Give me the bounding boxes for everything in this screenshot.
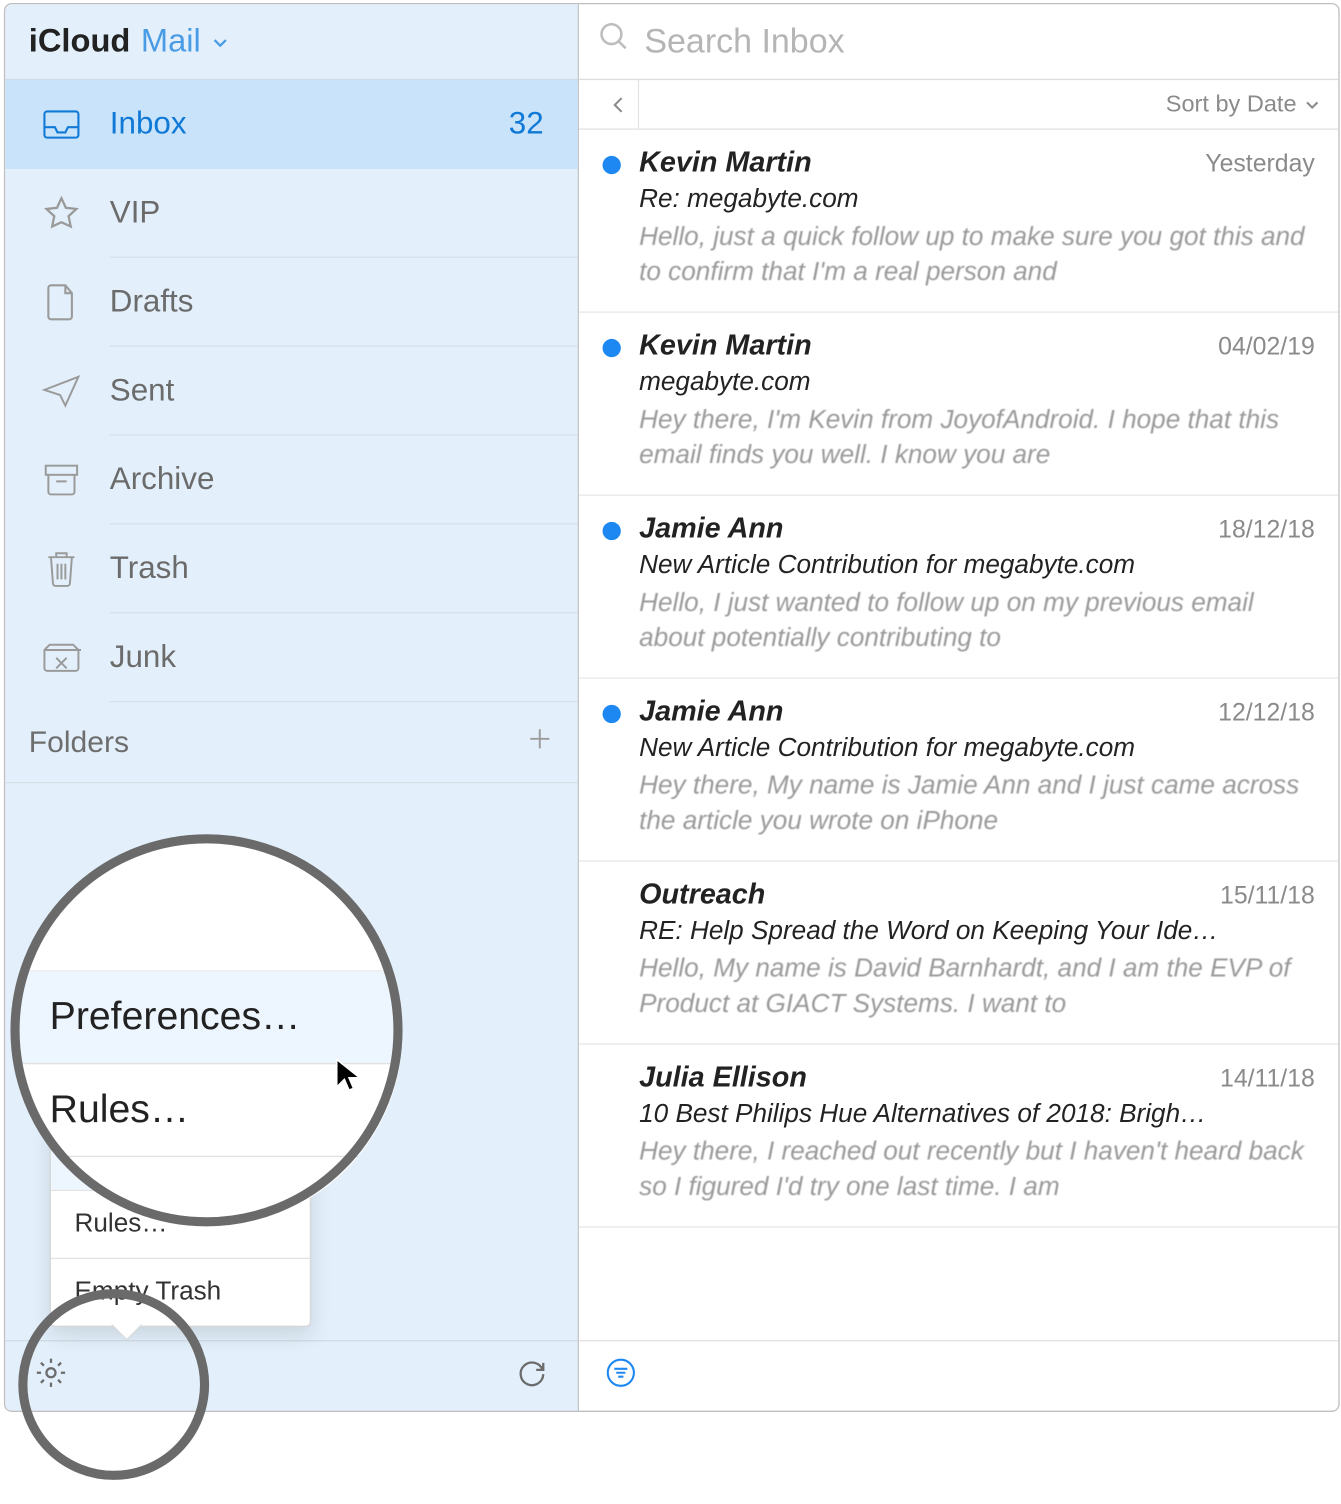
message-item[interactable]: Julia Ellison 14/11/18 10 Best Philips Hue…: [579, 1045, 1338, 1228]
sidebar-item-vip[interactable]: VIP: [5, 169, 577, 258]
message-subject: Re: megabyte.com: [639, 185, 1315, 215]
search-row[interactable]: [579, 4, 1338, 80]
unread-dot: [603, 339, 621, 357]
plus-icon[interactable]: [525, 724, 554, 761]
inbox-icon: [42, 105, 81, 144]
sidebar-item-trash[interactable]: Trash: [5, 524, 577, 613]
message-sender: Kevin Martin: [639, 328, 812, 362]
junk-icon: [42, 638, 81, 677]
sidebar-item-label: Inbox: [110, 106, 480, 143]
sidebar-item-sent[interactable]: Sent: [5, 347, 577, 436]
document-icon: [42, 283, 81, 322]
message-date: 15/11/18: [1220, 883, 1315, 912]
sidebar-item-inbox[interactable]: Inbox 32: [5, 80, 577, 169]
message-sender: Kevin Martin: [639, 145, 812, 179]
sidebar-item-archive[interactable]: Archive: [5, 436, 577, 525]
sidebar-item-label: Sent: [110, 373, 554, 410]
sidebar-item-label: Drafts: [110, 284, 554, 321]
refresh-icon[interactable]: [515, 1356, 549, 1397]
sidebar-footer: [5, 1340, 577, 1411]
search-input[interactable]: [644, 21, 1320, 62]
message-date: 14/11/18: [1220, 1066, 1315, 1095]
inbox-count: 32: [509, 106, 554, 143]
popup-empty-trash[interactable]: Empty Trash: [51, 1259, 310, 1326]
folders-row[interactable]: Folders: [5, 702, 577, 783]
message-preview: Hey there, My name is Jamie Ann and I ju…: [639, 769, 1315, 840]
folders-label: Folders: [29, 724, 129, 759]
message-item[interactable]: Kevin Martin Yesterday Re: megabyte.com Hel…: [579, 130, 1338, 313]
chevron-down-icon: [211, 23, 228, 61]
sidebar-item-label: Trash: [110, 551, 554, 588]
message-preview: Hey there, I'm Kevin from JoyofAndroid. …: [639, 403, 1315, 474]
message-preview: Hey there, I reached out recently but I …: [639, 1135, 1315, 1206]
message-date: Yesterday: [1205, 151, 1315, 180]
message-list[interactable]: Kevin Martin Yesterday Re: megabyte.com Hel…: [579, 130, 1338, 1340]
message-subject: New Article Contribution for megabyte.co…: [639, 551, 1315, 581]
sort-label: Sort by Date: [1166, 91, 1297, 118]
back-button[interactable]: [597, 80, 639, 128]
message-subject: megabyte.com: [639, 368, 1315, 398]
sidebar-item-label: Archive: [110, 462, 554, 499]
message-sender: Julia Ellison: [639, 1060, 807, 1094]
message-preview: Hello, My name is David Barnhardt, and I…: [639, 952, 1315, 1023]
sidebar-item-junk[interactable]: Junk: [5, 613, 577, 702]
message-item[interactable]: Jamie Ann 18/12/18 New Article Contributio…: [579, 496, 1338, 679]
sort-row: Sort by Date: [579, 80, 1338, 130]
message-subject: RE: Help Spread the Word on Keeping Your…: [639, 917, 1315, 947]
mail-label: Mail: [141, 23, 201, 61]
magnified-preferences[interactable]: Preferences…: [16, 970, 403, 1063]
sidebar-item-drafts[interactable]: Drafts: [5, 258, 577, 347]
paper-plane-icon: [42, 372, 81, 411]
star-icon: [42, 194, 81, 233]
main-footer: [579, 1340, 1338, 1411]
magnifier-overlay: Preferences… Rules…: [16, 839, 403, 1226]
unread-dot: [603, 156, 621, 174]
gear-icon[interactable]: [34, 1356, 68, 1397]
sort-button[interactable]: Sort by Date: [1166, 91, 1320, 118]
message-preview: Hello, just a quick follow up to make su…: [639, 220, 1315, 291]
cursor-icon: [332, 1056, 366, 1099]
main-pane: Sort by Date Kevin Martin Yesterday Re: me…: [579, 4, 1338, 1410]
brand: iCloud: [29, 23, 131, 61]
message-sender: Jamie Ann: [639, 694, 783, 728]
message-subject: 10 Best Philips Hue Alternatives of 2018…: [639, 1100, 1315, 1130]
message-item[interactable]: Outreach 15/11/18 RE: Help Spread the Word…: [579, 862, 1338, 1045]
sidebar-header[interactable]: iCloud Mail: [5, 4, 577, 80]
search-icon: [597, 20, 631, 63]
sidebar-item-label: Junk: [110, 640, 554, 677]
message-date: 12/12/18: [1218, 700, 1315, 729]
trash-icon: [42, 549, 81, 588]
message-subject: New Article Contribution for megabyte.co…: [639, 734, 1315, 764]
message-sender: Jamie Ann: [639, 511, 783, 545]
message-date: 04/02/19: [1218, 334, 1315, 363]
message-item[interactable]: Kevin Martin 04/02/19 megabyte.com Hey ther…: [579, 313, 1338, 496]
message-sender: Outreach: [639, 877, 765, 911]
message-item[interactable]: Jamie Ann 12/12/18 New Article Contributio…: [579, 679, 1338, 862]
archive-icon: [42, 460, 81, 499]
filter-icon[interactable]: [605, 1357, 636, 1395]
sidebar-item-label: VIP: [110, 195, 554, 232]
unread-dot: [603, 522, 621, 540]
message-preview: Hello, I just wanted to follow up on my …: [639, 586, 1315, 657]
unread-dot: [603, 705, 621, 723]
message-date: 18/12/18: [1218, 517, 1315, 546]
